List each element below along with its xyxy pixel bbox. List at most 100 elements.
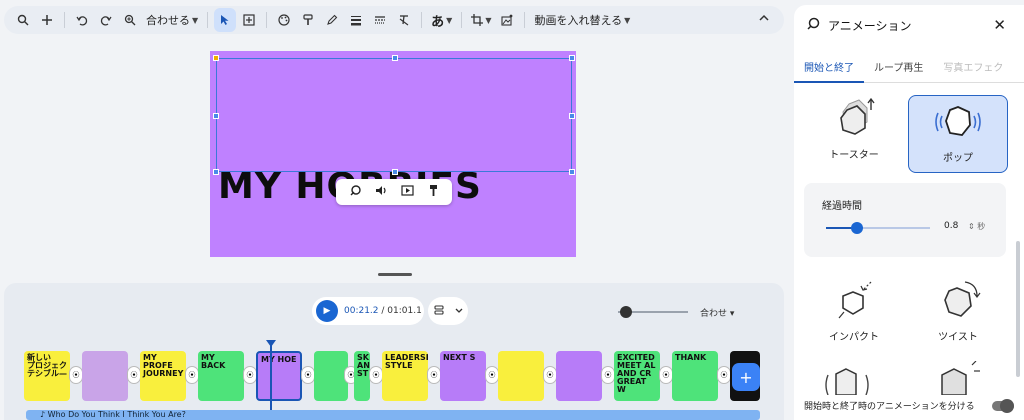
transition-icon[interactable]: ⦿	[601, 366, 615, 384]
timeline-zoom-knob[interactable]	[620, 306, 632, 318]
audio-icon[interactable]	[375, 184, 388, 200]
timeline-view-dropdown[interactable]	[428, 297, 468, 325]
transition-icon[interactable]: ⦿	[717, 366, 731, 384]
panel-header: アニメーション	[794, 5, 1024, 45]
transition-icon[interactable]: ⦿	[543, 366, 557, 384]
timeline-thumbnail[interactable]: EXCITED MEET AL AND CR GREAT W	[614, 351, 660, 401]
search-icon[interactable]	[12, 8, 34, 32]
timeline-thumbnail[interactable]: 新しい プロジェク テシブル—	[24, 351, 70, 401]
timeline-thumbnail[interactable]: NEXT S	[440, 351, 486, 401]
timeline-thumbnail[interactable]	[82, 351, 128, 401]
select-arrow-icon[interactable]	[214, 8, 237, 32]
audio-track[interactable]: ♪ Who Do You Think I Think You Are?	[26, 410, 760, 420]
paint-format-icon[interactable]	[297, 8, 319, 32]
redo-icon[interactable]	[95, 8, 117, 32]
animation-impact[interactable]: インパクト	[804, 273, 904, 351]
timeline-thumbnail[interactable]: SK AN ST	[354, 351, 370, 401]
duration-slider[interactable]	[826, 222, 930, 234]
clear-format-icon[interactable]	[393, 8, 415, 32]
timeline-thumbnail[interactable]: MY HOE	[256, 351, 302, 401]
transition-icon[interactable]: ⦿	[369, 366, 383, 384]
resize-handle-bottom-right[interactable]	[569, 169, 575, 175]
resize-handle-left[interactable]	[213, 113, 219, 119]
animation-pop[interactable]: ポップ	[908, 95, 1008, 173]
tab-in-out[interactable]: 開始と終了	[794, 53, 864, 83]
pen-icon[interactable]	[321, 8, 343, 32]
replace-video-button[interactable]: 動画を入れ替える ▼	[531, 8, 633, 32]
font-icon[interactable]: あ ▼	[428, 8, 455, 32]
zoom-fit-label: 合わせる	[146, 14, 190, 27]
undo-icon[interactable]	[71, 8, 93, 32]
zoom-fit-dropdown[interactable]: 合わせる ▼	[143, 8, 201, 32]
toaster-icon	[840, 97, 875, 135]
panel-tabs: 開始と終了 ループ再生 写真エフェク	[794, 53, 1024, 83]
resize-handle-top-right[interactable]	[569, 55, 575, 61]
animation-twist[interactable]: ツイスト	[908, 273, 1008, 351]
toolbar-divider	[266, 12, 268, 28]
transition-icon[interactable]: ⦿	[427, 366, 441, 384]
animation-toaster[interactable]: トースター	[804, 91, 904, 169]
crop-icon[interactable]: ▼	[468, 8, 494, 32]
caret-down-icon: ▼	[192, 15, 199, 25]
animation-label: トースター	[829, 150, 879, 161]
transition-icon[interactable]: ⦿	[485, 366, 499, 384]
separate-in-out-toggle[interactable]	[992, 398, 1014, 413]
replace-video-label: 動画を入れ替える	[534, 14, 623, 27]
chevron-down-icon	[455, 306, 463, 317]
transition-icon[interactable]: ⦿	[69, 366, 83, 384]
transition-icon[interactable]: ⦿	[301, 366, 315, 384]
timeline-zoom-slider[interactable]	[618, 306, 688, 318]
close-icon[interactable]: ✕	[993, 16, 1006, 34]
video-playback-icon[interactable]	[400, 184, 414, 200]
zoom-icon[interactable]	[119, 8, 141, 32]
animation-partial-1[interactable]	[822, 365, 872, 399]
resize-handle-right[interactable]	[569, 113, 575, 119]
tab-photo-effects[interactable]: 写真エフェク	[933, 53, 1013, 83]
paint-roller-icon[interactable]	[427, 184, 440, 200]
image-options-icon[interactable]	[496, 8, 518, 32]
animation-partial-2[interactable]	[934, 360, 984, 399]
line-dash-icon[interactable]	[369, 8, 391, 32]
caret-down-icon: ▼	[485, 15, 492, 25]
transition-icon[interactable]: ⦿	[127, 366, 141, 384]
duration-slider-knob[interactable]	[851, 222, 864, 234]
toggle-knob	[1000, 398, 1014, 413]
line-weight-icon[interactable]	[345, 8, 367, 32]
add-page-button[interactable]: +	[732, 363, 760, 391]
transition-icon[interactable]: ⦿	[185, 366, 199, 384]
transition-icon[interactable]: ⦿	[659, 366, 673, 384]
resize-handle-top-left[interactable]	[213, 55, 219, 61]
timeline-fit-dropdown[interactable]: 合わせ ▾	[700, 306, 734, 319]
timeline-thumbnail[interactable]	[556, 351, 602, 401]
add-textbox-icon[interactable]	[238, 8, 260, 32]
resize-handle-bottom-left[interactable]	[213, 169, 219, 175]
plus-icon[interactable]	[36, 8, 58, 32]
thumbnail-text: MY BACK	[201, 353, 226, 370]
chevron-up-icon[interactable]	[758, 12, 770, 25]
toolbar-divider	[524, 12, 526, 28]
animation-icon[interactable]	[349, 184, 362, 200]
animation-label: インパクト	[829, 332, 879, 343]
timeline-thumbnail[interactable]: MY BACK	[198, 351, 244, 401]
separate-in-out-label: 開始時と終了時のアニメーションを分ける	[804, 402, 975, 412]
transition-icon[interactable]: ⦿	[243, 366, 257, 384]
duration-label: 経過時間	[822, 201, 862, 212]
timeline-thumbnail[interactable]: MY PROFE JOURNEY	[140, 351, 186, 401]
duration-value[interactable]: 0.8	[944, 221, 958, 231]
panel-scrollbar[interactable]	[1016, 241, 1020, 377]
timeline-thumbnail[interactable]	[498, 351, 544, 401]
playhead-line[interactable]	[270, 345, 272, 420]
timeline-thumbnail[interactable]: LEADERSHIP STYLE	[382, 351, 428, 401]
palette-icon[interactable]	[273, 8, 295, 32]
play-icon[interactable]: ▶	[316, 300, 338, 322]
twist-icon	[944, 281, 981, 317]
timeline-thumbnail[interactable]: THANK	[672, 351, 718, 401]
tab-loop[interactable]: ループ再生	[864, 53, 933, 83]
animation-label: ツイスト	[938, 332, 978, 343]
thumbnail-text: EXCITED MEET AL AND CR GREAT W	[617, 353, 656, 394]
canvas-resize-handle[interactable]	[378, 273, 412, 276]
selection-box[interactable]	[213, 55, 575, 175]
timeline-thumbnail[interactable]	[314, 351, 348, 401]
resize-handle-top[interactable]	[392, 55, 398, 61]
resize-handle-bottom[interactable]	[392, 169, 398, 175]
